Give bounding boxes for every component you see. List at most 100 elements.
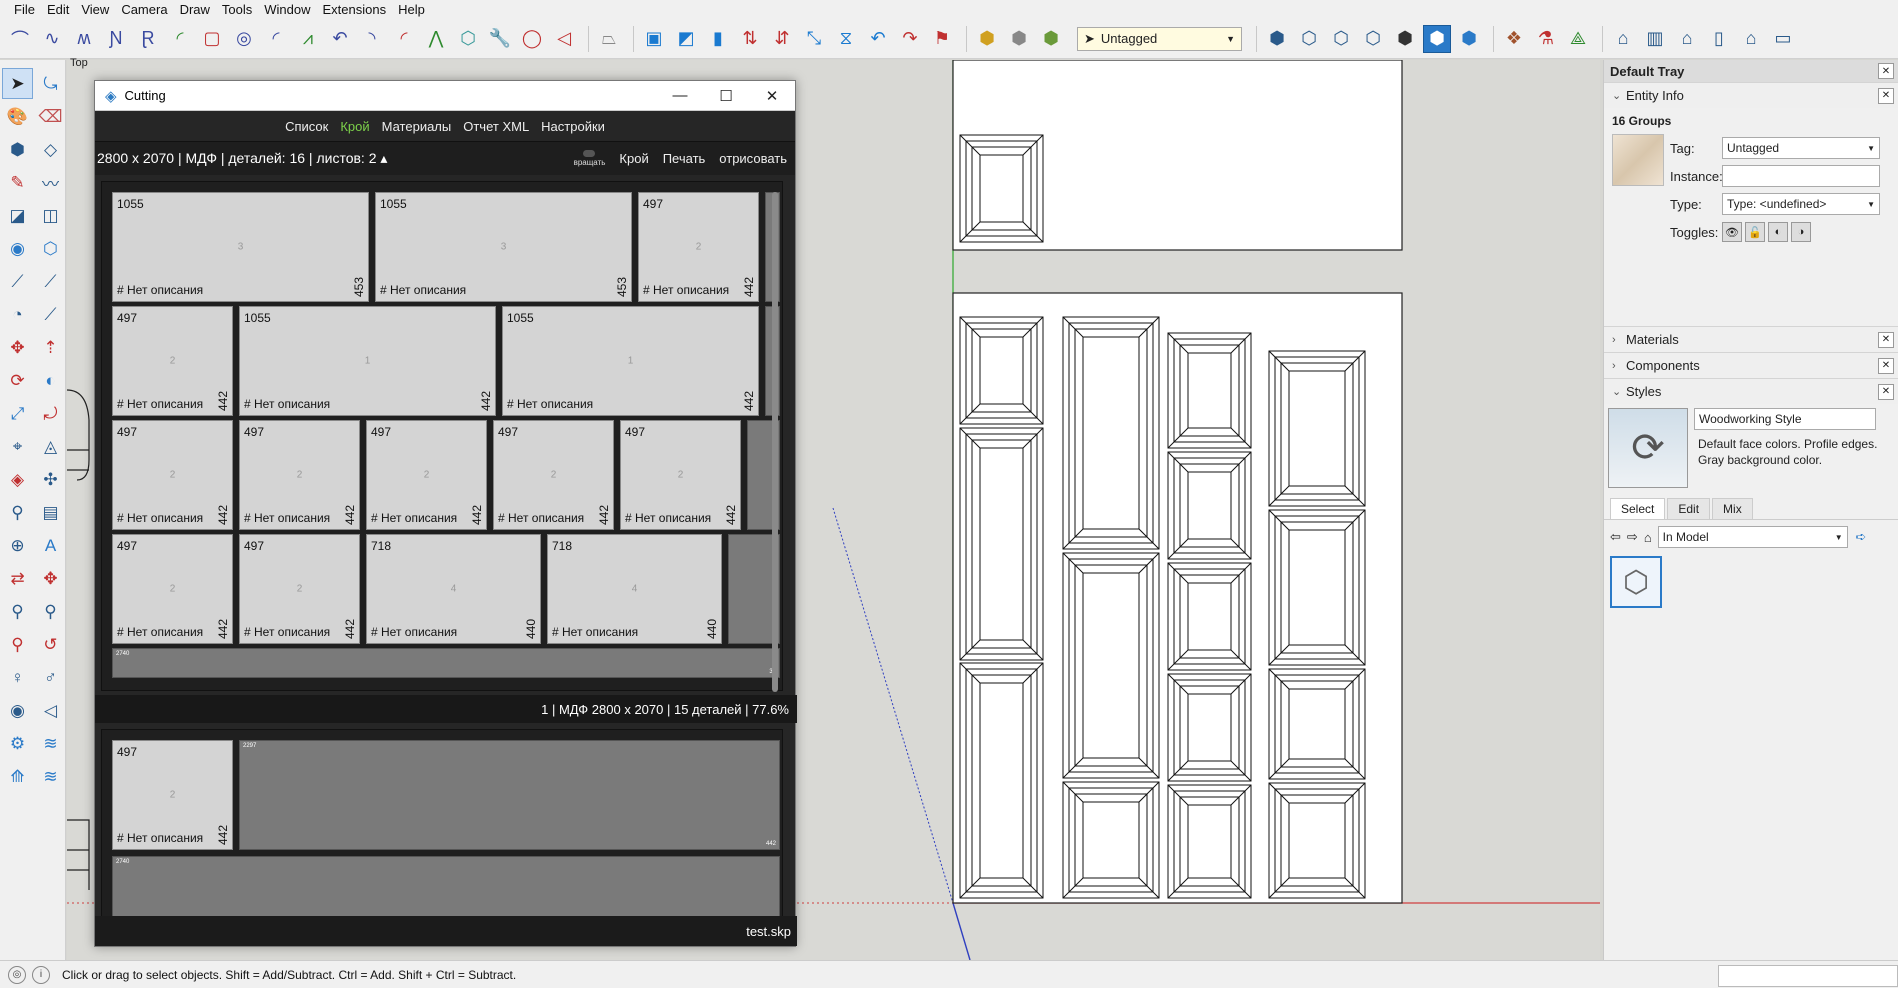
tag-dropdown[interactable]: ➤ Untagged ▼ xyxy=(1077,26,1242,51)
move-tool-icon[interactable]: ✥ xyxy=(2,332,33,363)
lasso-tool-icon[interactable]: ⤿ xyxy=(35,68,66,99)
measure-tool-icon[interactable]: ✣ xyxy=(35,464,66,495)
tag-select[interactable]: Untagged ▼ xyxy=(1722,137,1880,159)
stamp-tool-icon[interactable]: ⟰ xyxy=(2,761,33,792)
redo-icon[interactable]: ↷ xyxy=(896,25,924,53)
square-icon[interactable]: ▢ xyxy=(198,25,226,53)
tab-4[interactable]: Настройки xyxy=(535,119,611,134)
scrollbar[interactable] xyxy=(772,192,778,692)
home-icon[interactable]: ⌂ xyxy=(1644,530,1652,545)
view-top-icon[interactable]: ▥ xyxy=(1641,25,1669,53)
pan-tool-icon[interactable]: ✥ xyxy=(35,563,66,594)
zoom-tool-icon[interactable]: ⚲ xyxy=(2,596,33,627)
position-tool-icon[interactable]: ♀ xyxy=(2,662,33,693)
iso-icon[interactable]: ⬢ xyxy=(1263,25,1291,53)
protractor-tool-icon[interactable]: ◬ xyxy=(35,431,66,462)
details-icon[interactable]: ➪ xyxy=(1856,529,1867,545)
menu-view[interactable]: View xyxy=(75,2,115,17)
tab-edit[interactable]: Edit xyxy=(1667,498,1711,519)
tray-close-icon[interactable]: ✕ xyxy=(1878,63,1894,79)
cast-shadow-toggle-icon[interactable]: ◐ xyxy=(1768,222,1788,242)
box-gray-icon[interactable]: ⬢ xyxy=(1005,25,1033,53)
maximize-button[interactable]: ☐ xyxy=(703,81,749,111)
measurements-box[interactable] xyxy=(1718,965,1898,987)
cut-part[interactable]: 497 2 # Нет описания 442 xyxy=(493,420,614,530)
rotate-rect-tool-icon[interactable]: ◫ xyxy=(35,200,66,231)
eye-tool-icon[interactable]: ◉ xyxy=(2,695,33,726)
paint-icon[interactable]: ⚗ xyxy=(1532,25,1560,53)
circle-icon[interactable]: ◎ xyxy=(230,25,258,53)
cut-part[interactable]: 718 4 # Нет описания 440 xyxy=(547,534,722,644)
tag-tool-icon[interactable]: ◇ xyxy=(35,134,66,165)
arc3-tool-icon[interactable]: ◔ xyxy=(2,299,33,330)
menu-help[interactable]: Help xyxy=(392,2,431,17)
type-select[interactable]: Type: <undefined> ▼ xyxy=(1722,193,1880,215)
smoove-tool-icon[interactable]: ≋ xyxy=(35,728,66,759)
panel-close-icon[interactable]: ✕ xyxy=(1878,357,1894,374)
back-icon[interactable]: ⬢ xyxy=(1391,25,1419,53)
panel-close-icon[interactable]: ✕ xyxy=(1878,383,1894,400)
close-button[interactable]: ✕ xyxy=(749,81,795,111)
tab-1[interactable]: Крой xyxy=(334,119,375,134)
tab-select[interactable]: Select xyxy=(1610,498,1666,519)
style-name-input[interactable]: Woodworking Style xyxy=(1694,408,1876,430)
pencil-tool-icon[interactable]: ✎ xyxy=(2,167,33,198)
undo-icon[interactable]: ↶ xyxy=(864,25,892,53)
shaded-icon[interactable]: ⬢ xyxy=(1423,24,1451,53)
rotate-icon[interactable]: ⧖ xyxy=(832,25,860,53)
text-tool-icon[interactable]: ▤ xyxy=(35,497,66,528)
polygon-icon[interactable]: ⬡ xyxy=(454,25,482,53)
cut-part[interactable]: 1055 1 # Нет описания 442 xyxy=(502,306,759,416)
component-tool-icon[interactable]: ⬢ xyxy=(2,134,33,165)
freehand-tool-icon[interactable]: 〰 xyxy=(35,167,66,198)
front-icon[interactable]: ⬡ xyxy=(1327,25,1355,53)
cutting-summary[interactable]: 2800 x 2070 | МДФ | деталей: 16 | листов… xyxy=(97,150,574,167)
shape-icon[interactable]: ◁ xyxy=(550,25,578,53)
minimize-button[interactable]: — xyxy=(657,81,703,111)
cut-part[interactable]: 718 4 # Нет описания 440 xyxy=(366,534,541,644)
menu-file[interactable]: File xyxy=(8,2,41,17)
tab-3[interactable]: Отчет XML xyxy=(457,119,535,134)
wrench-icon[interactable]: 🔧 xyxy=(486,25,514,53)
eraser-tool-icon[interactable]: ⌫ xyxy=(35,101,66,132)
paint-bucket-icon[interactable]: ⚑ xyxy=(928,25,956,53)
panel-components[interactable]: › Components ✕ xyxy=(1604,352,1898,378)
arrows-icon[interactable]: ⇅ xyxy=(736,25,764,53)
select-icon[interactable]: ◩ xyxy=(672,25,700,53)
circle-tool-icon[interactable]: ◉ xyxy=(2,233,33,264)
cut-part[interactable]: 497 2 # Нет описания 442 xyxy=(112,306,233,416)
menu-camera[interactable]: Camera xyxy=(115,2,173,17)
flip-icon[interactable]: ⤡ xyxy=(800,25,828,53)
visible-toggle-icon[interactable]: 👁 xyxy=(1722,222,1742,242)
cut-part[interactable]: 497 2 # Нет описания 442 xyxy=(239,534,360,644)
dimension-tool-icon[interactable]: ◈ xyxy=(2,464,33,495)
arc2-tool-icon[interactable]: ⟋ xyxy=(35,299,66,330)
style-item-icon[interactable]: ⬡ xyxy=(1610,556,1662,608)
zoomwin-tool-icon[interactable]: ⚲ xyxy=(35,596,66,627)
pie-tool-icon[interactable]: ⟋ xyxy=(35,266,66,297)
curve-icon[interactable]: ʍ xyxy=(70,25,98,53)
cut-part[interactable]: 497 2 # Нет описания 442 xyxy=(638,192,759,302)
axes-tool-icon[interactable]: ⚲ xyxy=(2,497,33,528)
cut-part[interactable]: 1055 3 # Нет описания 453 xyxy=(112,192,369,302)
receive-shadow-toggle-icon[interactable]: ◑ xyxy=(1791,222,1811,242)
xray-icon[interactable]: ⬢ xyxy=(1455,25,1483,53)
sandbox-tool-icon[interactable]: ⚙ xyxy=(2,728,33,759)
cut-part[interactable]: 1055 1 # Нет описания 442 xyxy=(239,306,496,416)
freehand-icon[interactable]: ∿ xyxy=(38,25,66,53)
menu-draw[interactable]: Draw xyxy=(174,2,216,17)
push-tool-icon[interactable]: ⇡ xyxy=(35,332,66,363)
zoomext-tool-icon[interactable]: ⚲ xyxy=(2,629,33,660)
view-left-icon[interactable]: ▭ xyxy=(1769,25,1797,53)
line2-icon[interactable]: ⩘ xyxy=(294,25,322,53)
scale-tool-icon[interactable]: ⤢ xyxy=(2,398,33,429)
panel-close-icon[interactable]: ✕ xyxy=(1878,331,1894,348)
cut-part[interactable]: 497 2 # Нет описания 442 xyxy=(112,740,233,850)
panel-styles[interactable]: ⌄ Styles ✕ xyxy=(1604,378,1898,404)
component-icon[interactable]: ▣ xyxy=(640,25,668,53)
offset-tool-icon[interactable]: ⤾ xyxy=(35,398,66,429)
menu-window[interactable]: Window xyxy=(258,2,316,17)
back-icon[interactable]: ⇦ xyxy=(1610,529,1621,545)
view-right-icon[interactable]: ▯ xyxy=(1705,25,1733,53)
cut-part[interactable]: 497 2 # Нет описания 442 xyxy=(366,420,487,530)
